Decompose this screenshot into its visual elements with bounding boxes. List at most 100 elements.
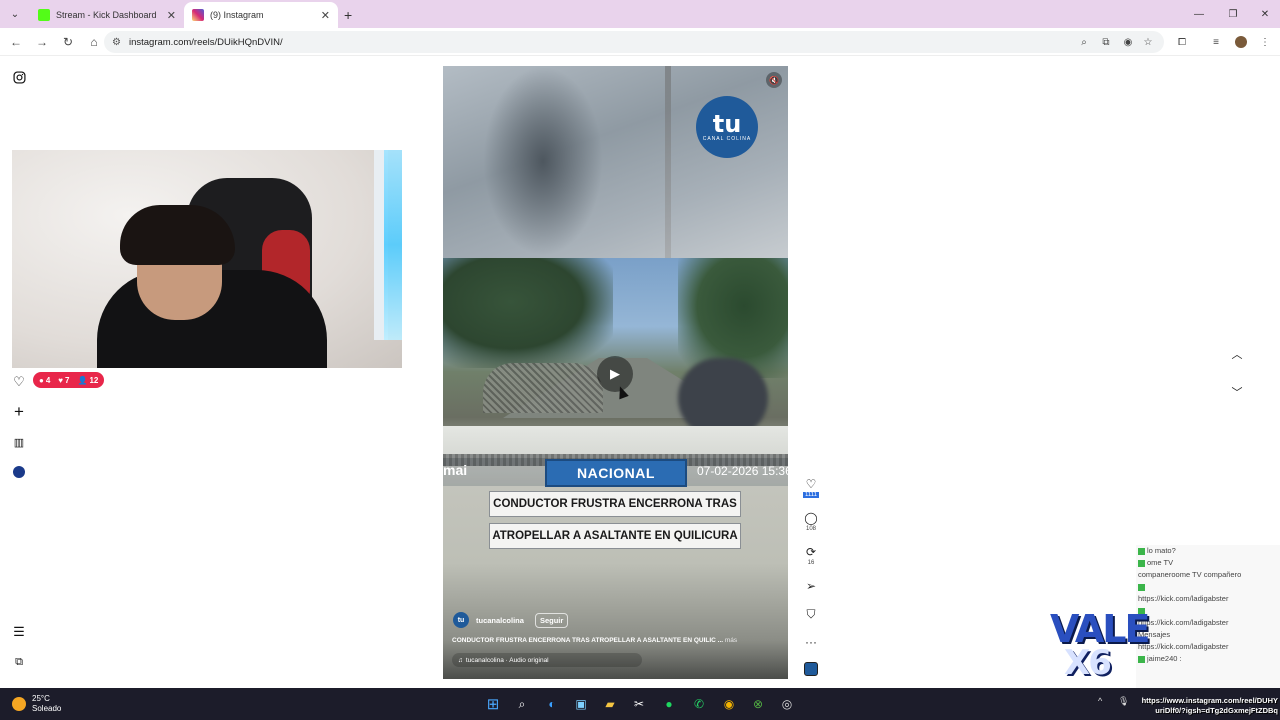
profile-avatar-icon[interactable] bbox=[1233, 34, 1249, 50]
media-control-icon[interactable]: ≡ bbox=[1208, 34, 1224, 50]
repost-count: 16 bbox=[807, 560, 815, 566]
repost-action[interactable]: ⟳ 16 bbox=[801, 545, 821, 566]
audio-attribution[interactable]: ♫ tucanalcolina · Audio original bbox=[452, 653, 642, 667]
windows-start-icon[interactable]: ⊞ bbox=[484, 695, 502, 713]
obs-icon[interactable]: ◎ bbox=[778, 695, 796, 713]
bookmark-star-icon[interactable]: ☆ bbox=[1140, 34, 1156, 50]
tab-list-button[interactable]: ⌄ bbox=[4, 3, 26, 25]
reload-icon[interactable]: ↻ bbox=[56, 30, 80, 54]
chat-message bbox=[1136, 581, 1280, 593]
news-datetime: 07-02-2026 15:36 bbox=[697, 464, 788, 478]
close-tab-icon[interactable]: ✕ bbox=[167, 9, 176, 22]
file-explorer-icon[interactable]: ▰ bbox=[601, 695, 619, 713]
microphone-icon[interactable]: 🎙 bbox=[1118, 696, 1129, 707]
browser-toolbar: ← → ↻ ⌂ ⚙ instagram.com/reels/DUikHQnDVI… bbox=[0, 28, 1280, 56]
profile-avatar[interactable] bbox=[11, 464, 27, 480]
site-info-icon[interactable]: ⚙ bbox=[112, 37, 121, 48]
chat-message: Mensajes bbox=[1138, 630, 1171, 639]
comment-icon[interactable]: ◯ bbox=[804, 511, 817, 525]
play-icon[interactable]: ▶ bbox=[597, 356, 633, 392]
share-url-overlay: https://www.instagram.com/reel/DUHY uriD… bbox=[1141, 696, 1278, 715]
audio-avatar[interactable] bbox=[801, 662, 821, 676]
close-tab-icon[interactable]: ✕ bbox=[321, 9, 330, 22]
category-badge: NACIONAL bbox=[545, 459, 687, 487]
sun-icon bbox=[12, 697, 26, 711]
extensions-icon[interactable]: ⧠ bbox=[1174, 34, 1190, 50]
install-app-icon[interactable]: ⧉ bbox=[1098, 34, 1114, 50]
dashboard-icon[interactable]: ▥ bbox=[11, 434, 27, 450]
tracking-protection-icon[interactable]: ◉ bbox=[1120, 34, 1136, 50]
tu-canal-colina-logo: tu CANAL COLINA bbox=[696, 96, 758, 158]
create-plus-icon[interactable]: + bbox=[11, 402, 27, 421]
snipping-tool-icon[interactable]: ✂ bbox=[630, 695, 648, 713]
search-icon[interactable]: ⌕ bbox=[513, 695, 531, 713]
follow-button[interactable]: Seguir bbox=[534, 612, 569, 628]
new-tab-button[interactable]: + bbox=[344, 2, 352, 28]
streamer-hair bbox=[120, 205, 235, 265]
bookmark-icon[interactable]: ⛉ bbox=[806, 607, 815, 621]
xbox-icon[interactable]: ⊗ bbox=[749, 695, 767, 713]
led-light-strip bbox=[384, 150, 402, 340]
author-avatar[interactable]: tu bbox=[453, 612, 469, 628]
close-window-icon[interactable]: ✕ bbox=[1248, 0, 1280, 28]
back-icon[interactable]: ← bbox=[4, 30, 28, 54]
menu-kebab-icon[interactable]: ⋮ bbox=[1257, 34, 1273, 50]
store-icon[interactable]: ▣ bbox=[572, 695, 590, 713]
likes-count: ♥ 7 bbox=[58, 375, 70, 385]
whatsapp-icon[interactable]: ✆ bbox=[690, 695, 708, 713]
comment-action[interactable]: ◯ 108 bbox=[801, 511, 821, 532]
forward-icon[interactable]: → bbox=[30, 30, 54, 54]
webcam-overlay bbox=[12, 150, 402, 368]
tree bbox=[443, 258, 613, 368]
chat-message: https://kick.com/ladigabster bbox=[1138, 642, 1229, 651]
chat-message bbox=[1136, 605, 1280, 617]
spotify-icon[interactable]: ● bbox=[660, 695, 678, 713]
chat-message: https://kick.com/ladigabster bbox=[1138, 594, 1229, 603]
audio-source-avatar[interactable] bbox=[804, 662, 818, 676]
mute-icon[interactable]: 🔇 bbox=[766, 72, 782, 88]
tray-chevron-up-icon[interactable]: ^ bbox=[1098, 696, 1102, 706]
home-icon[interactable]: ⌂ bbox=[82, 30, 106, 54]
more-menu-icon[interactable]: ☰ bbox=[11, 624, 27, 640]
more-dots-icon[interactable]: ··· bbox=[805, 635, 817, 649]
notifications-heart-icon[interactable]: ♡ bbox=[11, 374, 27, 390]
author-name[interactable]: tucanalcolina bbox=[476, 616, 524, 625]
like-count: 1111 bbox=[802, 492, 819, 498]
chat-message: companeroome TV compañero bbox=[1138, 570, 1242, 579]
blurred-figure bbox=[483, 66, 603, 256]
url-text: instagram.com/reels/DUikHQnDVIN/ bbox=[128, 36, 283, 48]
more-options[interactable]: ··· bbox=[801, 635, 821, 649]
like-heart-icon[interactable]: ♡ bbox=[806, 477, 817, 491]
weather-widget[interactable]: 25°C Soleado bbox=[12, 694, 61, 714]
also-from-meta-icon[interactable]: ⧉ bbox=[11, 654, 27, 670]
zoom-icon[interactable]: ⌕ bbox=[1076, 34, 1092, 50]
ticker-text: mai bbox=[443, 462, 468, 478]
stream-chat-overlay: lo mato? ome TV companeroome TV compañer… bbox=[1136, 545, 1280, 697]
tab-instagram[interactable]: (9) Instagram ✕ bbox=[184, 2, 338, 28]
next-reel-chevron-down-icon[interactable]: ﹀ bbox=[1226, 381, 1248, 403]
browser-tab-bar: ⌄ Stream - Kick Dashboard ✕ (9) Instagra… bbox=[0, 0, 1280, 28]
music-note-icon: ♫ bbox=[458, 656, 463, 664]
heart-icon: ♥ bbox=[58, 375, 64, 385]
reel-caption[interactable]: CONDUCTOR FRUSTRA ENCERRONA TRAS ATROPEL… bbox=[452, 637, 737, 644]
save-action[interactable]: ⛉ bbox=[801, 607, 821, 621]
repost-icon[interactable]: ⟳ bbox=[806, 545, 816, 559]
reel-player[interactable]: tu CANAL COLINA 🔇 ▶ mai NACIONAL 07-02-2… bbox=[443, 66, 788, 679]
share-action[interactable]: ➢ bbox=[801, 579, 821, 593]
like-action[interactable]: ♡ 1111 bbox=[801, 477, 821, 498]
chat-message: lo mato? bbox=[1136, 545, 1280, 557]
instagram-favicon-icon bbox=[192, 9, 204, 21]
headline-line-1: CONDUCTOR FRUSTRA ENCERRONA TRAS bbox=[489, 491, 741, 517]
address-bar[interactable]: ⚙ instagram.com/reels/DUikHQnDVIN/ bbox=[104, 31, 1164, 53]
share-send-icon[interactable]: ➢ bbox=[806, 579, 816, 593]
instagram-logo-icon[interactable] bbox=[11, 69, 27, 85]
previous-reel-chevron-up-icon[interactable]: ︿ bbox=[1226, 343, 1248, 365]
chat-bubble-icon: ● bbox=[39, 375, 44, 385]
restore-icon[interactable]: ❐ bbox=[1216, 0, 1250, 28]
minimize-icon[interactable]: — bbox=[1182, 0, 1216, 28]
tab-kick-dashboard[interactable]: Stream - Kick Dashboard ✕ bbox=[30, 2, 184, 28]
caption-more-link[interactable]: más bbox=[725, 637, 737, 644]
reel-author-row: tu tucanalcolina Seguir bbox=[453, 612, 569, 628]
edge-browser-icon[interactable]: ◐ bbox=[543, 695, 561, 713]
chrome-icon[interactable]: ◉ bbox=[720, 695, 738, 713]
